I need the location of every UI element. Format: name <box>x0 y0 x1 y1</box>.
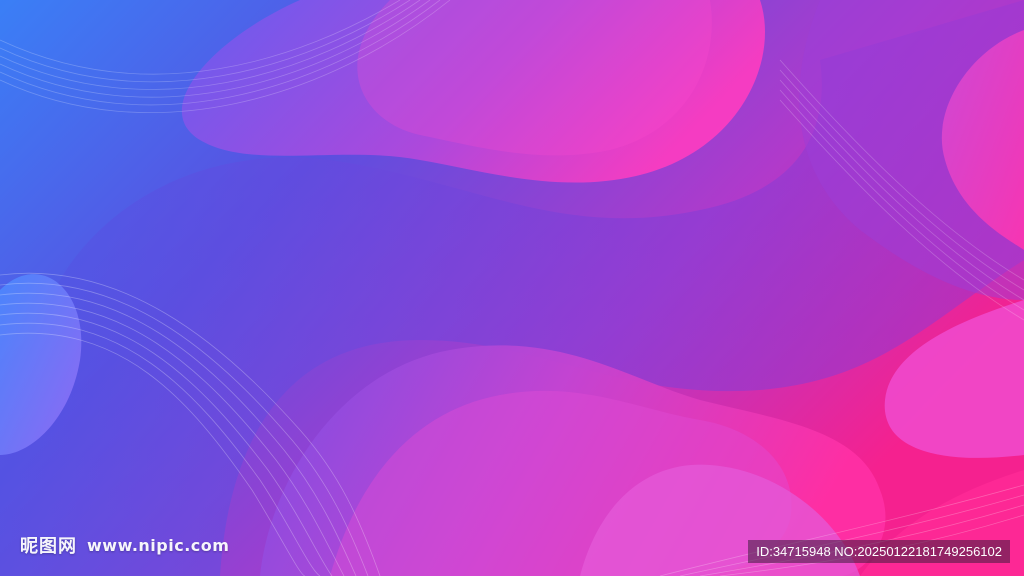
watermark-site: www.nipic.com <box>87 535 230 555</box>
gradient-wave-background <box>0 0 1024 576</box>
background-canvas: 昵图网 www.nipic.com ID:34715948 NO:2025012… <box>0 0 1024 576</box>
image-id-badge: ID:34715948 NO:20250122181749256102 <box>748 540 1010 563</box>
watermark-brand: 昵图网 <box>20 536 77 557</box>
nipic-watermark: 昵图网 www.nipic.com <box>20 532 229 558</box>
